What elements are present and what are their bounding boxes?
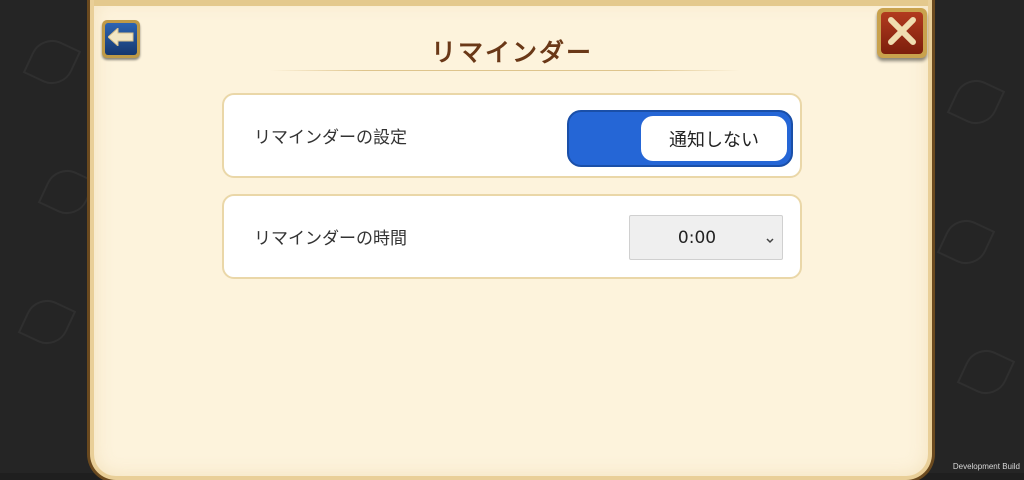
reminder-time-label: リマインダーの時間	[254, 229, 407, 249]
development-build-label: Development Build	[952, 462, 1020, 471]
close-button[interactable]	[877, 8, 927, 58]
title-divider	[270, 70, 740, 71]
close-x-icon	[886, 15, 918, 51]
back-button[interactable]	[102, 20, 140, 58]
reminder-time-row: リマインダーの時間 0:00	[222, 194, 802, 279]
selected-time: 0:00	[677, 227, 717, 248]
reminder-time-select[interactable]: 0:00	[629, 215, 783, 260]
toggle-value: 通知しない	[641, 116, 787, 161]
notification-toggle[interactable]: 通知しない	[567, 110, 793, 167]
reminder-setting-row: リマインダーの設定 通知しない	[222, 93, 802, 178]
left-arrow-icon	[107, 26, 134, 50]
chevron-down-icon	[764, 232, 776, 244]
reminder-setting-label: リマインダーの設定	[254, 128, 407, 148]
page-title: リマインダー	[430, 38, 593, 67]
panel-top-border	[94, 0, 928, 6]
